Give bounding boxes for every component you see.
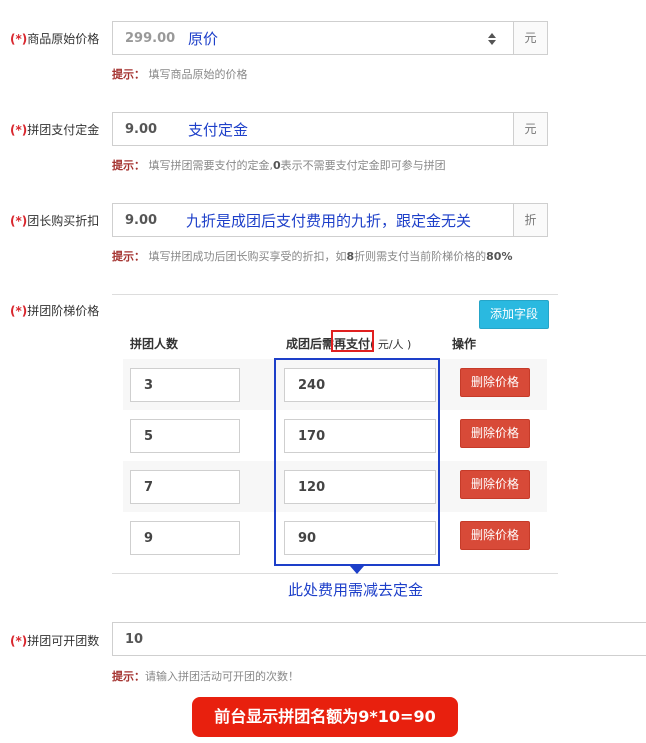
original-price-unit: 元 [513,22,547,54]
deposit-unit: 元 [513,113,547,145]
deposit-value: 9.00 [125,122,158,137]
delete-price-button[interactable]: 删除价格 [460,419,530,448]
leader-discount-hint: 提示： 填写拼团成功后团长购买享受的折扣，如8折则需支付当前阶梯价格的80% [112,250,513,263]
delete-price-button[interactable]: 删除价格 [460,368,530,397]
group-limit-input[interactable]: 10 [112,622,646,656]
leader-discount-value: 9.00 [125,213,158,228]
add-field-button[interactable]: 添加字段 [479,300,549,329]
leader-discount-label: (*)团长购买折扣 [10,214,100,228]
tier-price-label: (*)拼团阶梯价格 [10,304,100,318]
group-size-input[interactable]: 9 [130,521,240,555]
group-limit-hint: 提示：请输入拼团活动可开团的次数！ [112,670,299,683]
price-column-frame [274,358,440,566]
deposit-label: (*)拼团支付定金 [10,123,100,137]
group-size-input[interactable]: 3 [130,368,240,402]
group-limit-value: 10 [125,632,144,647]
delete-price-button[interactable]: 删除价格 [460,521,530,550]
leader-discount-annotation: 九折是成团后支付费用的九折，跟定金无关 [186,212,472,230]
group-limit-label: (*)拼团可开团数 [10,634,100,648]
arrow-down-icon [350,566,364,574]
original-price-value: 299.00 [125,31,176,46]
tier-price-annotation: 此处费用需减去定金 [288,581,424,599]
deposit-input[interactable]: 9.00 元 [112,112,548,146]
delete-price-button[interactable]: 删除价格 [460,470,530,499]
stepper-icon[interactable] [487,32,497,46]
required-mark: (*) [10,32,28,46]
group-size-input[interactable]: 7 [130,470,240,504]
original-price-label: (*)商品原始价格 [10,32,100,46]
original-price-input[interactable]: 299.00 元 [112,21,548,55]
bottom-note-badge: 前台显示拼团名额为9*10=90 [192,697,458,737]
column-action: 操作 [452,337,477,351]
original-price-hint: 提示： 填写商品原始的价格 [112,68,248,81]
column-group-size: 拼团人数 [130,337,179,351]
deposit-hint: 提示： 填写拼团需要支付的定金,0表示不需要支付定金即可参与拼团 [112,159,446,172]
deposit-annotation: 支付定金 [188,121,249,139]
group-size-input[interactable]: 5 [130,419,240,453]
original-price-annotation: 原价 [188,30,219,48]
highlight-frame [331,330,374,352]
leader-discount-unit: 折 [513,204,547,236]
